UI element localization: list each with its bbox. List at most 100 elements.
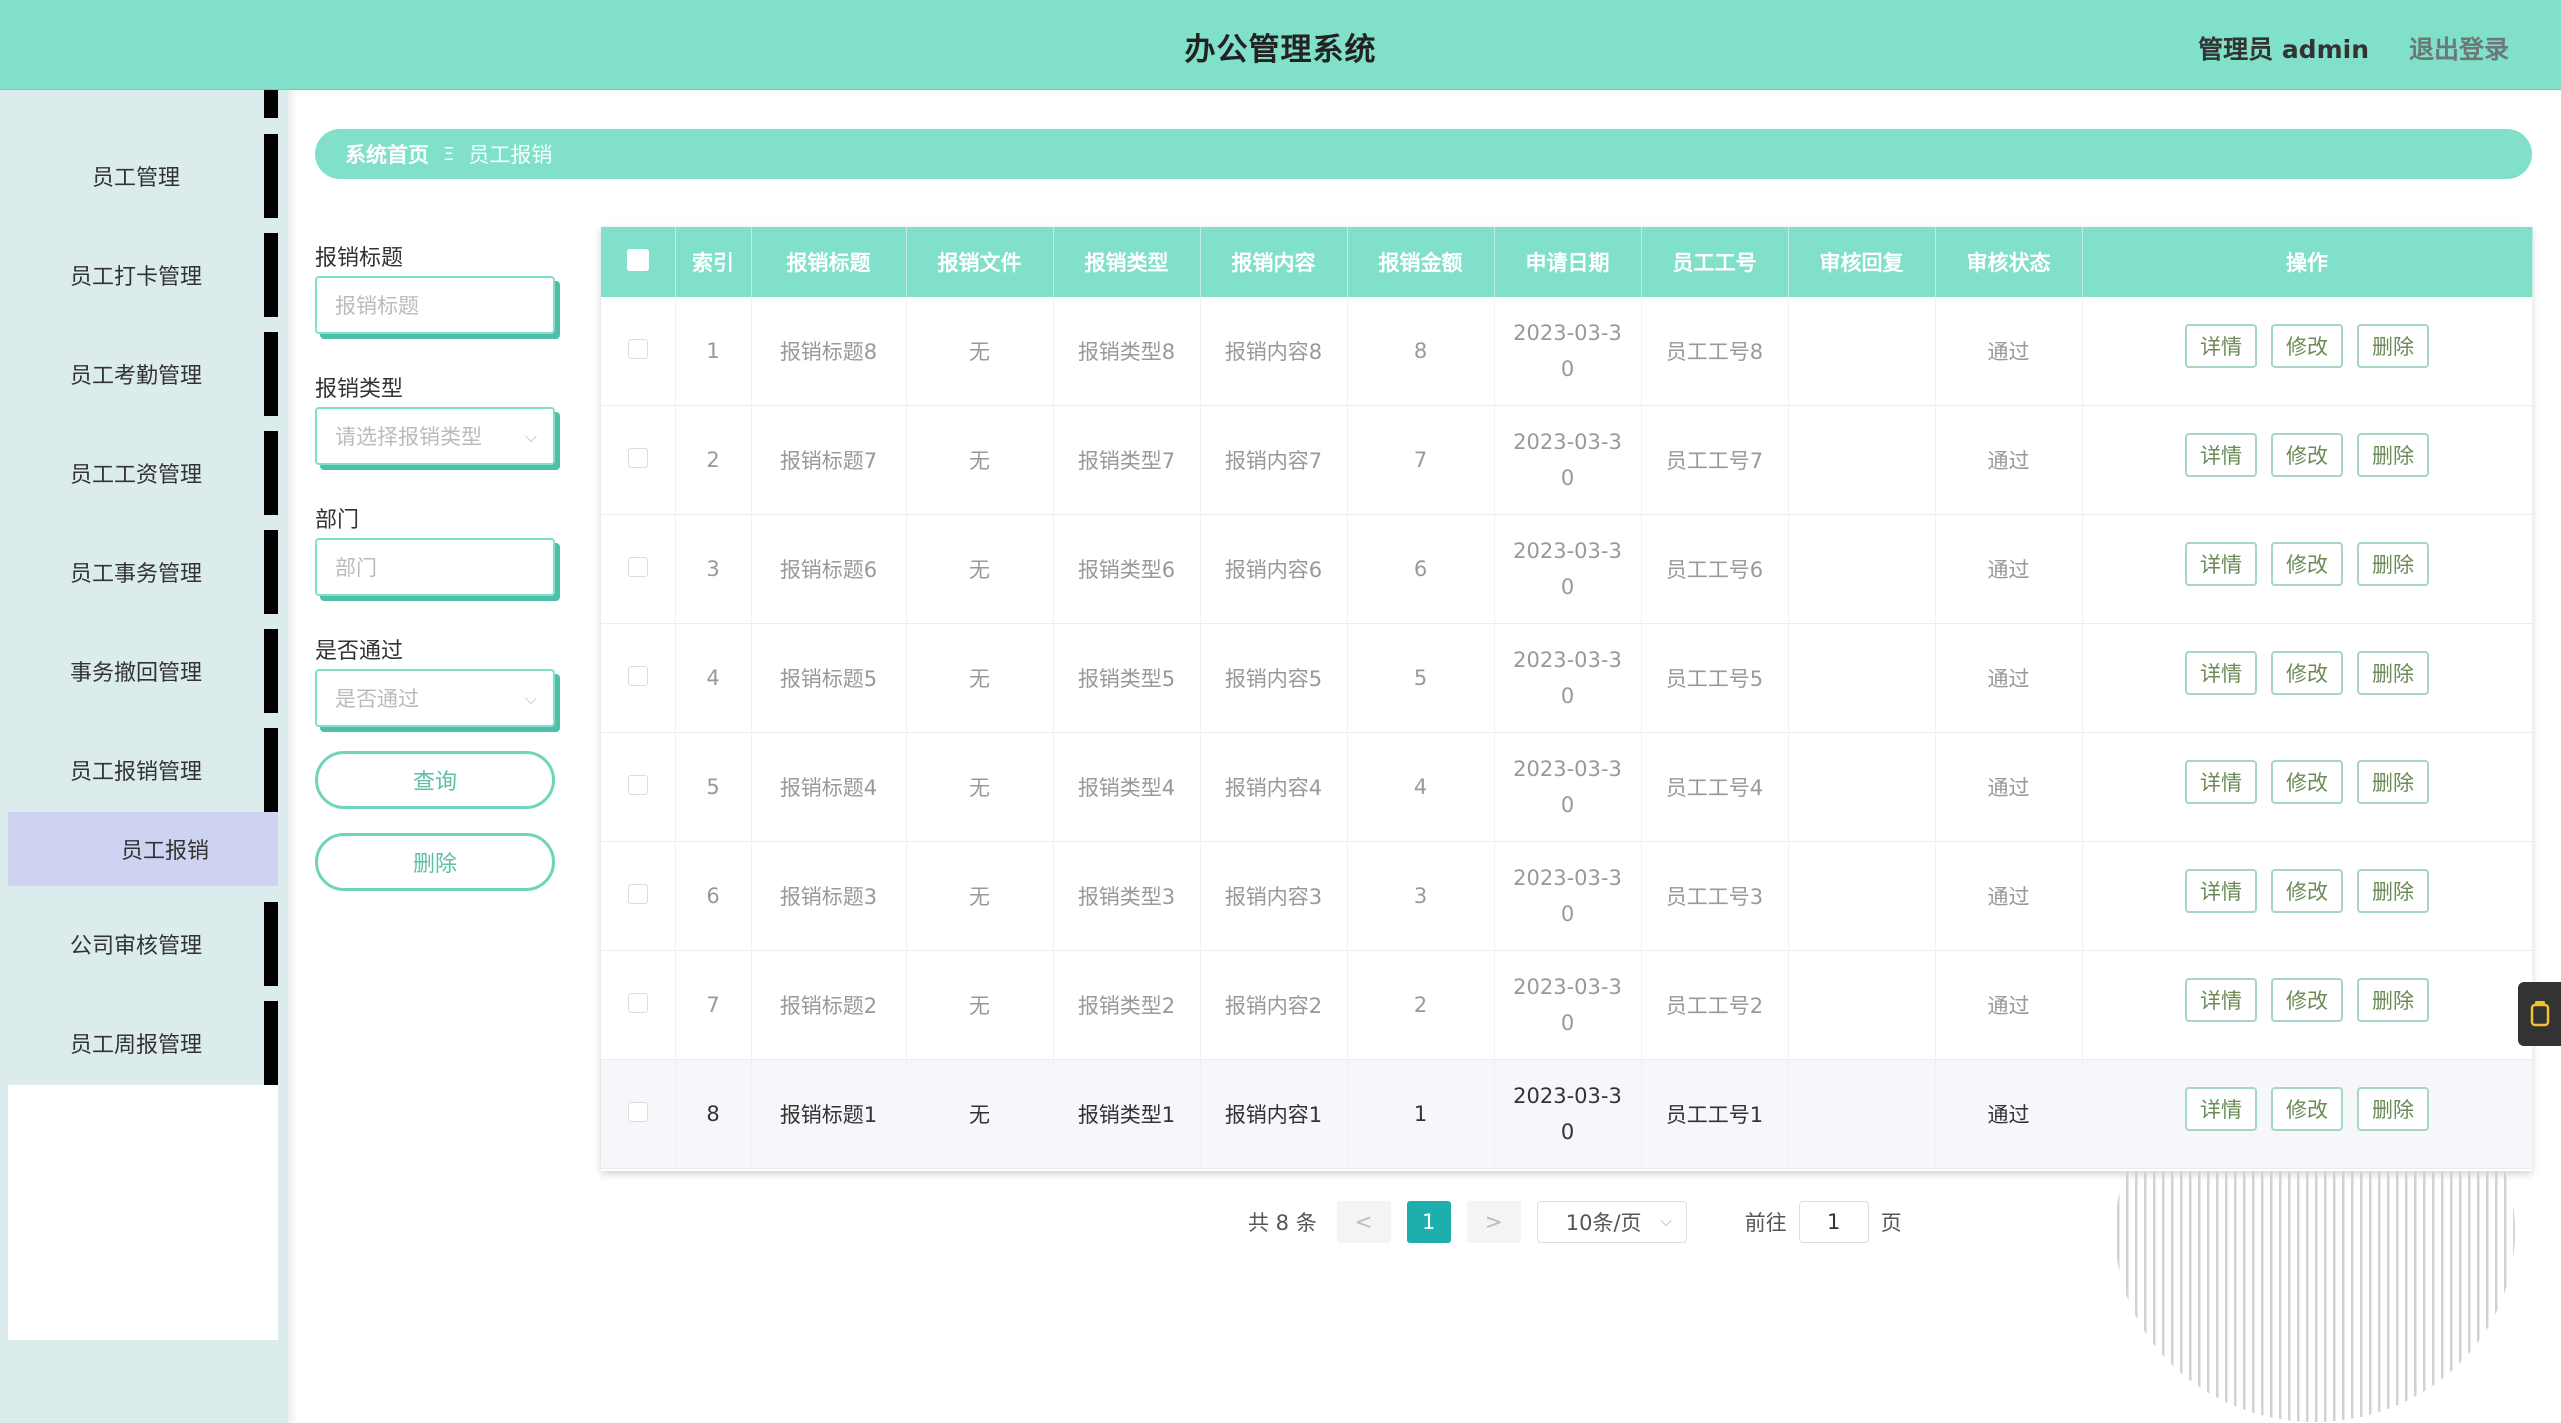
pass-filter-select[interactable]: 是否通过 ⌵ — [315, 669, 555, 727]
query-button[interactable]: 查询 — [315, 751, 555, 809]
delete-row-button[interactable]: 删除 — [2357, 1087, 2429, 1131]
row-checkbox[interactable] — [627, 556, 648, 577]
select-all-header[interactable] — [601, 227, 676, 297]
page-number-button[interactable]: 1 — [1406, 1201, 1451, 1243]
delete-selected-button[interactable]: 删除 — [315, 833, 555, 891]
date-line-1: 2023-03-3 — [1513, 539, 1622, 563]
table-row[interactable]: 1 报销标题8 无 报销类型8 报销内容8 8 2023-03-3 0 员工工号8… — [601, 297, 2533, 406]
goto-page-input[interactable] — [1798, 1201, 1869, 1243]
page-size-value: 10条/页 — [1565, 1211, 1642, 1235]
column-header[interactable]: 报销标题 — [751, 227, 907, 297]
edit-button[interactable]: 修改 — [2271, 433, 2343, 477]
table-row[interactable]: 8 报销标题1 无 报销类型1 报销内容1 1 2023-03-3 0 员工工号1… — [601, 1059, 2533, 1169]
date-cell: 2023-03-3 0 — [1494, 1059, 1642, 1169]
sidebar-subitem-reimbursement[interactable]: 员工报销 — [8, 812, 278, 886]
column-header[interactable]: 索引 — [675, 227, 752, 297]
row-select-cell[interactable] — [601, 732, 676, 842]
reply-cell — [1788, 732, 1936, 842]
table-row[interactable]: 6 报销标题3 无 报销类型3 报销内容3 3 2023-03-3 0 员工工号3… — [601, 841, 2533, 951]
row-select-cell[interactable] — [601, 623, 676, 733]
sidebar-item-review[interactable]: 公司审核管理 — [8, 902, 278, 986]
row-checkbox[interactable] — [627, 992, 648, 1013]
edit-button[interactable]: 修改 — [2271, 324, 2343, 368]
delete-row-button[interactable]: 删除 — [2357, 433, 2429, 477]
delete-row-button[interactable]: 删除 — [2357, 760, 2429, 804]
table-row[interactable]: 2 报销标题7 无 报销类型7 报销内容7 7 2023-03-3 0 员工工号7… — [601, 405, 2533, 515]
chevron-down-icon: ⌵ — [524, 689, 537, 708]
dept-filter-input[interactable]: 部门 — [315, 538, 555, 596]
edit-button[interactable]: 修改 — [2271, 1087, 2343, 1131]
delete-row-button[interactable]: 删除 — [2357, 324, 2429, 368]
detail-button[interactable]: 详情 — [2185, 324, 2257, 368]
app-title: 办公管理系统 — [1184, 32, 1377, 68]
detail-button[interactable]: 详情 — [2185, 542, 2257, 586]
sidebar-item-clockin[interactable]: 员工打卡管理 — [8, 233, 278, 317]
column-header[interactable]: 申请日期 — [1494, 227, 1642, 297]
detail-button[interactable]: 详情 — [2185, 1087, 2257, 1131]
edit-button[interactable]: 修改 — [2271, 760, 2343, 804]
row-select-cell[interactable] — [601, 297, 676, 406]
row-checkbox[interactable] — [627, 883, 648, 904]
prev-page-button[interactable]: < — [1336, 1201, 1391, 1243]
sidebar-item-salary[interactable]: 员工工资管理 — [8, 431, 278, 515]
actions-cell: 详情 修改 删除 — [2082, 732, 2533, 842]
row-select-cell[interactable] — [601, 514, 676, 624]
delete-row-button[interactable]: 删除 — [2357, 651, 2429, 695]
column-header[interactable]: 报销文件 — [906, 227, 1054, 297]
row-checkbox[interactable] — [627, 1101, 648, 1122]
delete-row-button[interactable]: 删除 — [2357, 542, 2429, 586]
edit-button[interactable]: 修改 — [2271, 869, 2343, 913]
detail-button[interactable]: 详情 — [2185, 433, 2257, 477]
edit-button[interactable]: 修改 — [2271, 978, 2343, 1022]
decorative-stripe — [2306, 1172, 2309, 1422]
column-header[interactable]: 员工工号 — [1641, 227, 1789, 297]
sidebar-item-withdraw[interactable]: 事务撤回管理 — [8, 629, 278, 713]
column-header[interactable]: 审核状态 — [1935, 227, 2083, 297]
table-row[interactable]: 4 报销标题5 无 报销类型5 报销内容5 5 2023-03-3 0 员工工号5… — [601, 623, 2533, 733]
type-filter-select[interactable]: 请选择报销类型 ⌵ — [315, 407, 555, 465]
sidebar-item-weekly[interactable]: 员工周报管理 — [8, 1001, 278, 1085]
detail-button[interactable]: 详情 — [2185, 651, 2257, 695]
decorative-stripe — [2243, 1172, 2246, 1422]
row-select-cell[interactable] — [601, 405, 676, 515]
file-cell: 无 — [906, 732, 1054, 842]
edit-button[interactable]: 修改 — [2271, 542, 2343, 586]
column-header[interactable]: 报销类型 — [1053, 227, 1201, 297]
title-filter-input[interactable]: 报销标题 — [315, 276, 555, 334]
page-size-select[interactable]: 10条/页 ⌵ — [1536, 1201, 1687, 1243]
sidebar-item-reimbursement[interactable]: 员工报销管理 — [8, 728, 278, 812]
row-checkbox[interactable] — [627, 338, 648, 359]
delete-row-button[interactable]: 删除 — [2357, 978, 2429, 1022]
table-row[interactable]: 5 报销标题4 无 报销类型4 报销内容4 4 2023-03-3 0 员工工号4… — [601, 732, 2533, 842]
breadcrumb-home[interactable]: 系统首页 — [345, 139, 429, 169]
logout-button[interactable]: 退出登录 — [2409, 30, 2509, 66]
delete-row-button[interactable]: 删除 — [2357, 869, 2429, 913]
row-checkbox[interactable] — [627, 447, 648, 468]
column-header[interactable]: 审核回复 — [1788, 227, 1936, 297]
sidebar-item-label: 员工管理 — [91, 166, 180, 191]
sidebar-item-attendance[interactable]: 员工考勤管理 — [8, 332, 278, 416]
row-select-cell[interactable] — [601, 1059, 676, 1169]
decorative-stripe — [2369, 1172, 2372, 1422]
row-select-cell[interactable] — [601, 950, 676, 1060]
table-row[interactable]: 7 报销标题2 无 报销类型2 报销内容2 2 2023-03-3 0 员工工号2… — [601, 950, 2533, 1060]
detail-button[interactable]: 详情 — [2185, 978, 2257, 1022]
chevron-down-icon: ⌵ — [524, 427, 537, 446]
sidebar-item-affairs[interactable]: 员工事务管理 — [8, 530, 278, 614]
next-page-button[interactable]: > — [1466, 1201, 1521, 1243]
detail-button[interactable]: 详情 — [2185, 869, 2257, 913]
decorative-stripe — [2315, 1172, 2318, 1422]
row-select-cell[interactable] — [601, 841, 676, 951]
row-checkbox[interactable] — [627, 665, 648, 686]
date-cell: 2023-03-3 0 — [1494, 297, 1642, 406]
sidebar-item-employee[interactable]: 员工管理 — [8, 134, 278, 218]
detail-button[interactable]: 详情 — [2185, 760, 2257, 804]
edit-button[interactable]: 修改 — [2271, 651, 2343, 695]
column-header[interactable]: 报销金额 — [1347, 227, 1495, 297]
select-all-checkbox[interactable] — [626, 248, 649, 271]
row-checkbox[interactable] — [627, 774, 648, 795]
amount-cell: 2 — [1347, 950, 1495, 1060]
table-row[interactable]: 3 报销标题6 无 报销类型6 报销内容6 6 2023-03-3 0 员工工号6… — [601, 514, 2533, 624]
column-header[interactable]: 报销内容 — [1200, 227, 1348, 297]
floating-side-button[interactable] — [2518, 982, 2561, 1046]
